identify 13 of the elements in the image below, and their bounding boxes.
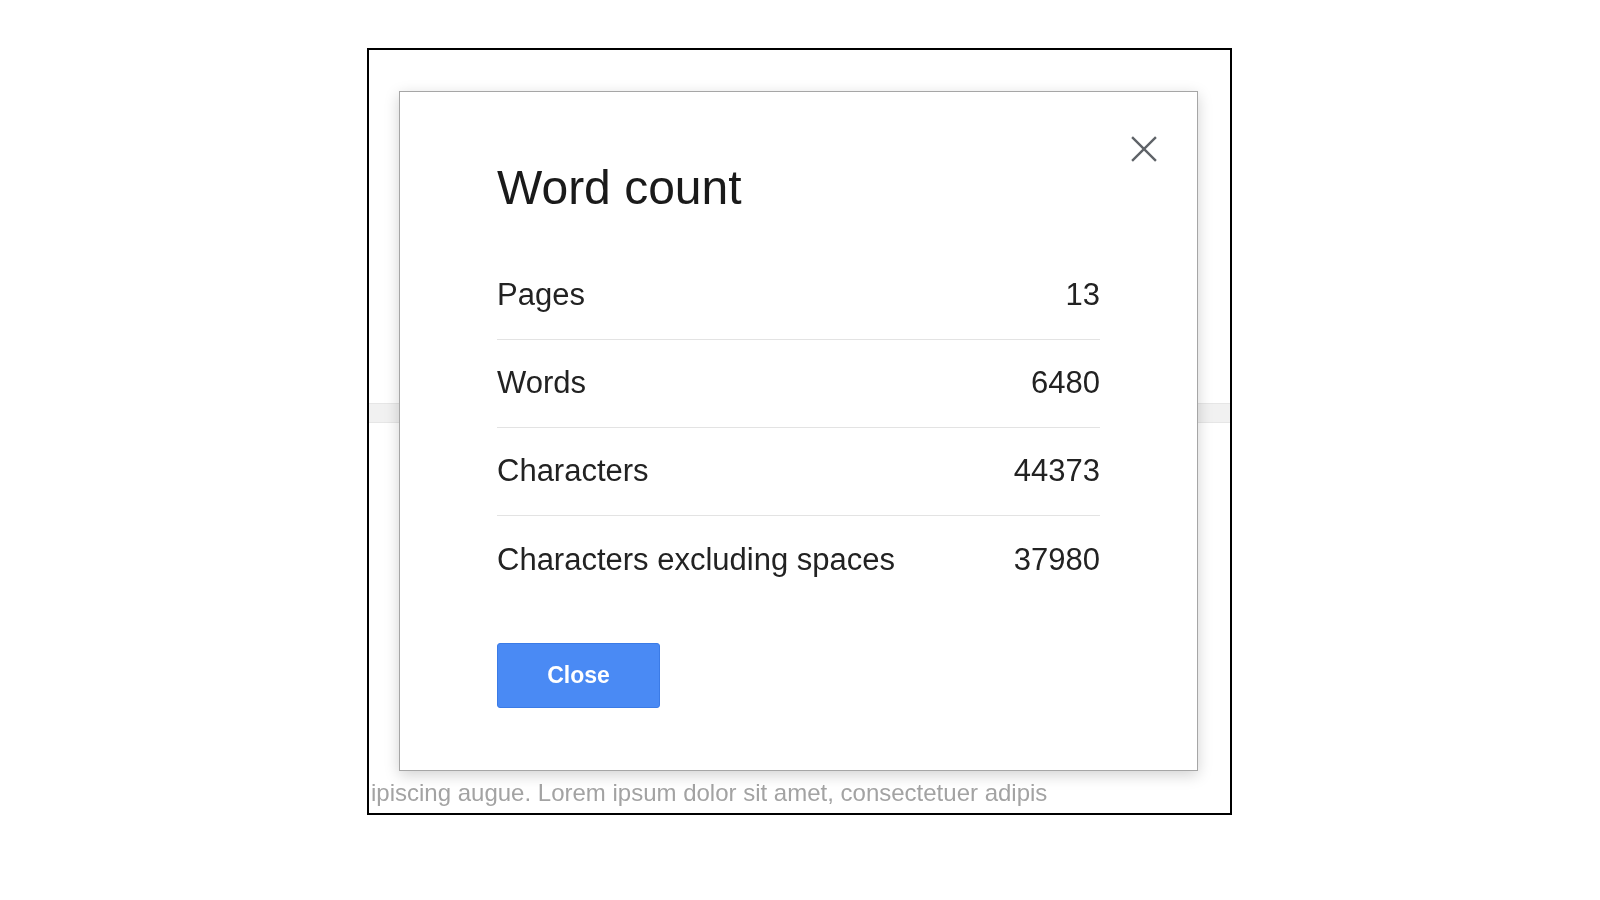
stat-label: Characters excluding spaces — [497, 540, 896, 579]
dialog-title: Word count — [497, 160, 742, 216]
stat-value: 6480 — [1031, 364, 1100, 403]
close-icon — [1131, 136, 1157, 162]
close-button[interactable]: Close — [497, 643, 660, 708]
stat-value: 44373 — [1013, 452, 1100, 491]
stat-label: Words — [497, 364, 586, 403]
close-button[interactable] — [1129, 134, 1159, 164]
stat-label: Characters — [497, 452, 649, 491]
stat-value: 37980 — [1013, 540, 1100, 579]
stat-label: Pages — [497, 276, 585, 315]
stat-value: 13 — [1065, 276, 1100, 315]
document-text: ipiscing augue. Lorem ipsum dolor sit amet, consectetuer adipis — [371, 778, 1048, 808]
